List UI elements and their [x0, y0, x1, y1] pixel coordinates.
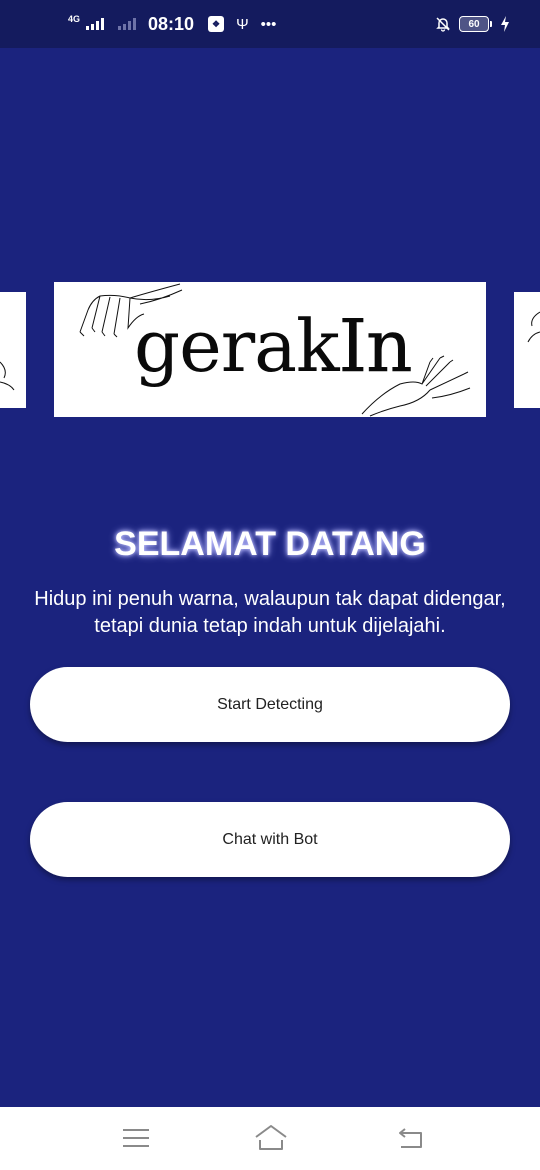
carousel-slide-previous[interactable]	[0, 292, 26, 408]
carousel-slide-logo[interactable]: gerakIn	[54, 282, 486, 417]
back-icon[interactable]	[397, 1123, 427, 1153]
status-right: 60	[435, 16, 510, 32]
signal-icon	[86, 18, 105, 30]
battery-icon: 60	[459, 16, 492, 32]
usb-icon: Ψ	[236, 15, 249, 33]
hand-illustration-icon	[361, 355, 471, 417]
welcome-title: SELAMAT DATANG	[114, 525, 426, 563]
app-notification-icon: ❖	[208, 16, 225, 32]
logo-carousel[interactable]: gerakIn	[0, 282, 540, 417]
start-detecting-button[interactable]: Start Detecting	[30, 667, 510, 742]
carousel-slide-next[interactable]	[514, 292, 540, 408]
status-bar: 4G 08:10 ❖ Ψ ••• 60	[0, 0, 540, 48]
logo-text-main: gerak	[134, 304, 340, 388]
mute-bell-icon	[436, 17, 450, 32]
chat-with-bot-button[interactable]: Chat with Bot	[30, 802, 510, 877]
signal-secondary-icon	[118, 18, 137, 30]
battery-level: 60	[459, 16, 489, 32]
charging-icon	[501, 16, 509, 32]
network-type-label: 4G	[68, 13, 81, 24]
home-icon[interactable]	[254, 1123, 288, 1153]
status-left: 4G 08:10 ❖ Ψ •••	[68, 14, 276, 35]
menu-icon[interactable]	[121, 1123, 151, 1153]
status-time: 08:10	[148, 13, 195, 34]
subtitle-line-2: tetapi dunia tetap indah untuk dijelajah…	[94, 615, 446, 637]
more-notifications-icon: •••	[260, 15, 277, 33]
welcome-subtitle: Hidup ini penuh warna, walaupun tak dapa…	[0, 586, 540, 640]
subtitle-line-1: Hidup ini penuh warna, walaupun tak dapa…	[34, 588, 506, 610]
system-nav-bar	[0, 1107, 540, 1170]
